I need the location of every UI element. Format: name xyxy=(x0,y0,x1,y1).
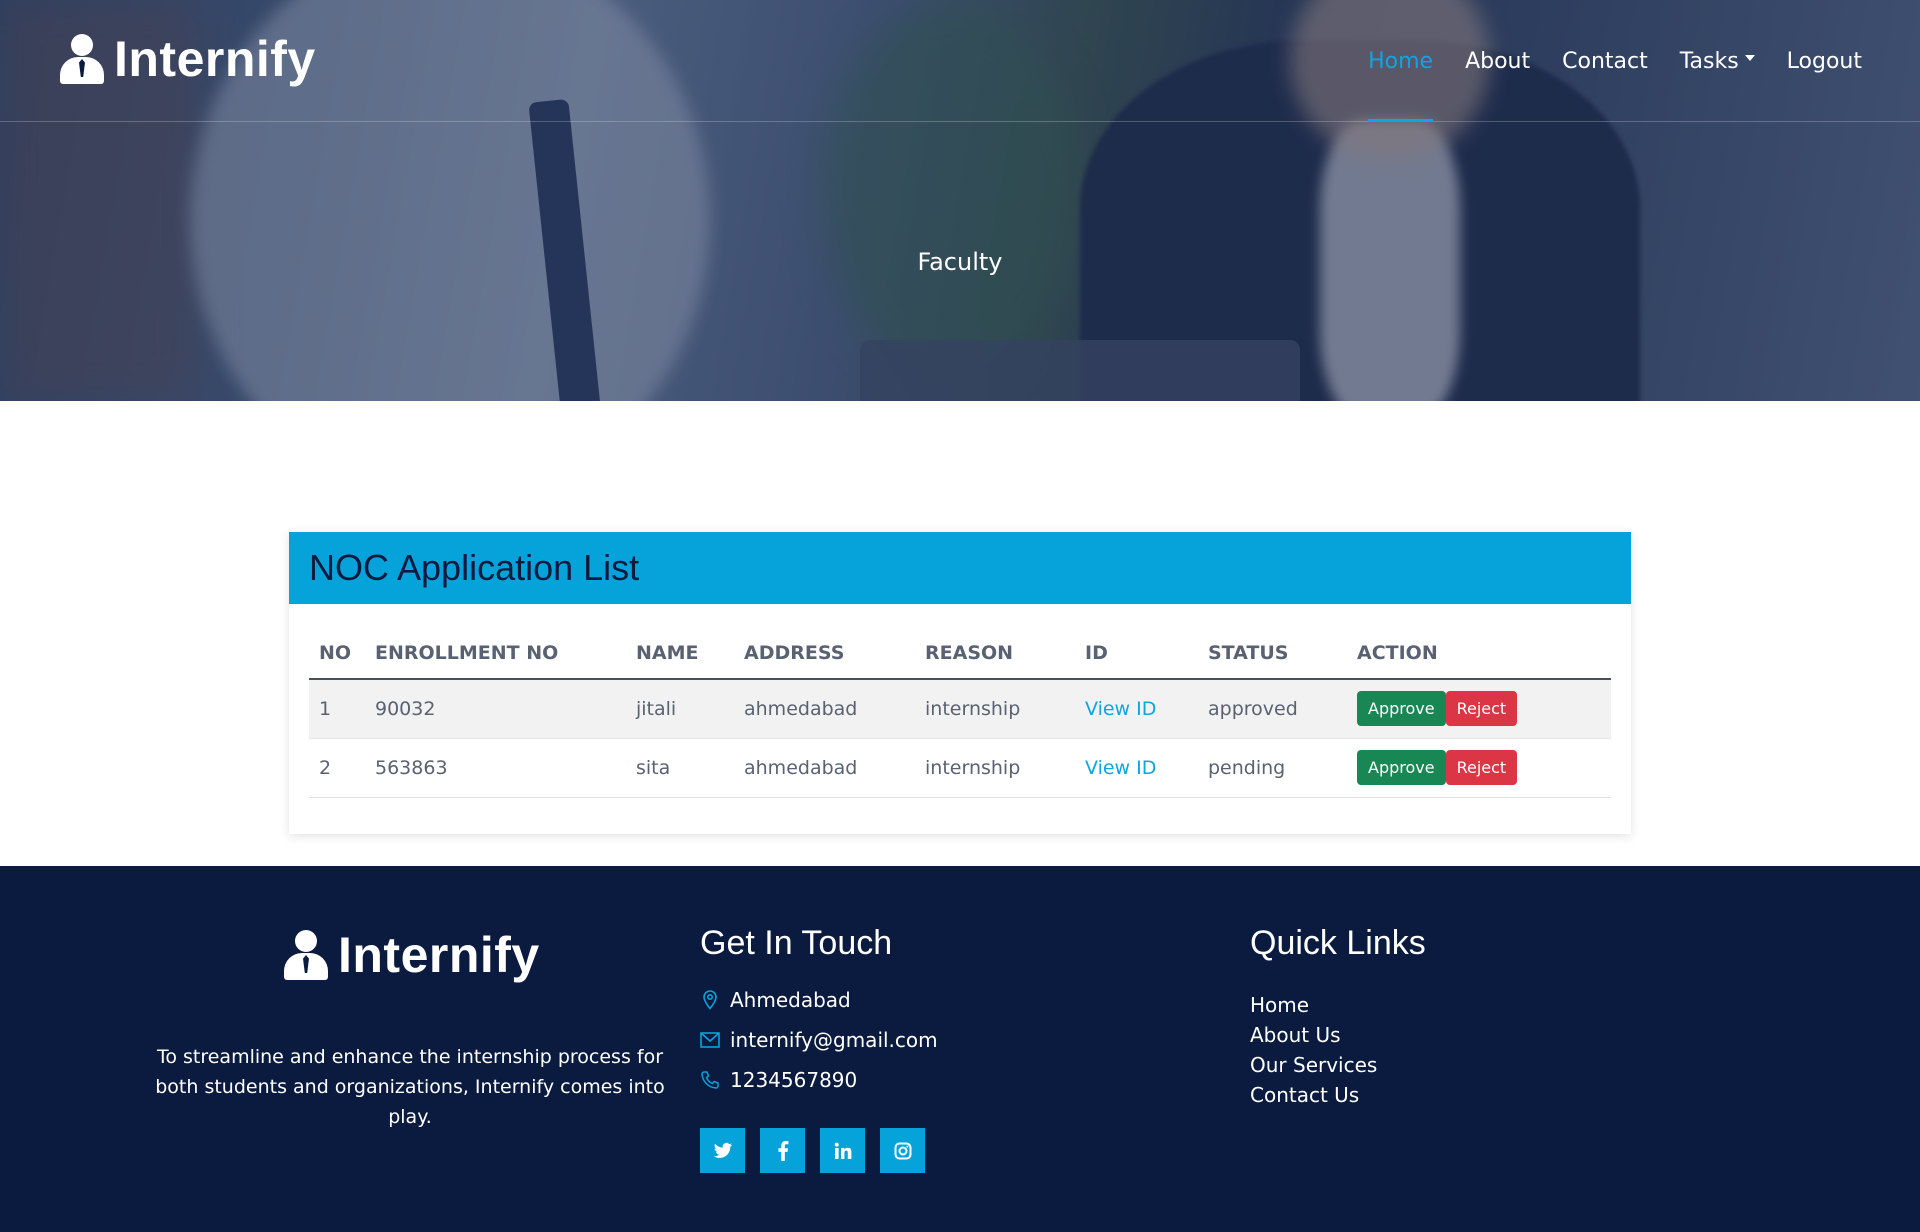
cell-id: View ID xyxy=(1075,738,1198,798)
linkedin-icon[interactable] xyxy=(820,1128,865,1173)
col-action: ACTION xyxy=(1347,622,1611,680)
brand-logo[interactable]: Internify xyxy=(58,30,316,88)
quick-links-title: Quick Links xyxy=(1250,924,1426,962)
cell-no: 2 xyxy=(309,738,365,798)
get-in-touch-title: Get In Touch xyxy=(700,924,893,962)
col-status: STATUS xyxy=(1198,622,1347,680)
page-title: Faculty xyxy=(917,248,1003,276)
caret-down-icon xyxy=(1744,55,1755,61)
card-header: NOC Application List xyxy=(289,532,1631,604)
contact-address: Ahmedabad xyxy=(700,988,851,1012)
col-address: ADDRESS xyxy=(734,622,915,680)
reject-button[interactable]: Reject xyxy=(1445,691,1518,727)
nav-tasks-dropdown[interactable]: Tasks xyxy=(1680,0,1755,122)
contact-phone: 1234567890 xyxy=(700,1068,857,1092)
table-row: 2 563863 sita ahmedabad internship View … xyxy=(309,738,1611,798)
quick-link-services[interactable]: Our Services xyxy=(1250,1050,1377,1080)
col-no: NO xyxy=(309,622,365,680)
cell-enrollment: 90032 xyxy=(365,679,626,739)
quick-link-about[interactable]: About Us xyxy=(1250,1020,1377,1050)
col-reason: REASON xyxy=(915,622,1075,680)
table-header-row: NO ENROLLMENT NO NAME ADDRESS REASON ID … xyxy=(309,622,1611,680)
envelope-icon xyxy=(700,1030,720,1050)
footer-brand-name: Internify xyxy=(338,927,540,983)
cell-action: Approve Reject xyxy=(1347,679,1611,739)
card-title: NOC Application List xyxy=(309,547,640,588)
footer: Internify To streamline and enhance the … xyxy=(0,866,1920,1232)
nav-menu: Home About Contact Tasks Logout xyxy=(1336,0,1862,122)
map-marker-icon xyxy=(700,990,720,1010)
brand-name: Internify xyxy=(114,31,316,87)
approve-button[interactable]: Approve xyxy=(1357,691,1446,727)
cell-address: ahmedabad xyxy=(734,679,915,739)
col-name: NAME xyxy=(626,622,734,680)
noc-table: NO ENROLLMENT NO NAME ADDRESS REASON ID … xyxy=(309,622,1611,798)
view-id-link[interactable]: View ID xyxy=(1085,698,1156,720)
nav-contact[interactable]: Contact xyxy=(1562,0,1648,122)
cell-status: pending xyxy=(1198,738,1347,798)
cell-no: 1 xyxy=(309,679,365,739)
cell-reason: internship xyxy=(915,679,1075,739)
approve-button[interactable]: Approve xyxy=(1357,750,1446,785)
cell-name: sita xyxy=(626,738,734,798)
cell-reason: internship xyxy=(915,738,1075,798)
cell-name: jitali xyxy=(626,679,734,739)
user-tie-icon xyxy=(282,928,330,982)
nav-home[interactable]: Home xyxy=(1368,0,1433,122)
cell-id: View ID xyxy=(1075,679,1198,739)
footer-description: To streamline and enhance the internship… xyxy=(155,1046,665,1128)
noc-application-card: NOC Application List NO ENROLLMENT NO NA… xyxy=(289,532,1631,834)
social-links xyxy=(700,1128,940,1173)
phone-icon xyxy=(700,1070,720,1090)
instagram-icon[interactable] xyxy=(880,1128,925,1173)
nav-logout[interactable]: Logout xyxy=(1787,0,1862,122)
footer-brand-logo[interactable]: Internify xyxy=(282,926,540,984)
cell-action: Approve Reject xyxy=(1347,738,1611,798)
nav-about[interactable]: About xyxy=(1465,0,1530,122)
user-tie-icon xyxy=(58,32,106,86)
navbar: Internify Home About Contact Tasks Logou… xyxy=(0,0,1920,122)
view-id-link[interactable]: View ID xyxy=(1085,757,1156,779)
reject-button[interactable]: Reject xyxy=(1445,750,1518,785)
quick-links: Home About Us Our Services Contact Us xyxy=(1250,990,1377,1110)
contact-email: internify@gmail.com xyxy=(700,1028,938,1052)
quick-link-contact[interactable]: Contact Us xyxy=(1250,1080,1377,1110)
cell-status: approved xyxy=(1198,679,1347,739)
col-enrollment: ENROLLMENT NO xyxy=(365,622,626,680)
col-id: ID xyxy=(1075,622,1198,680)
facebook-icon[interactable] xyxy=(760,1128,805,1173)
cell-enrollment: 563863 xyxy=(365,738,626,798)
cell-address: ahmedabad xyxy=(734,738,915,798)
table-row: 1 90032 jitali ahmedabad internship View… xyxy=(309,679,1611,739)
twitter-icon[interactable] xyxy=(700,1128,745,1173)
quick-link-home[interactable]: Home xyxy=(1250,990,1377,1020)
